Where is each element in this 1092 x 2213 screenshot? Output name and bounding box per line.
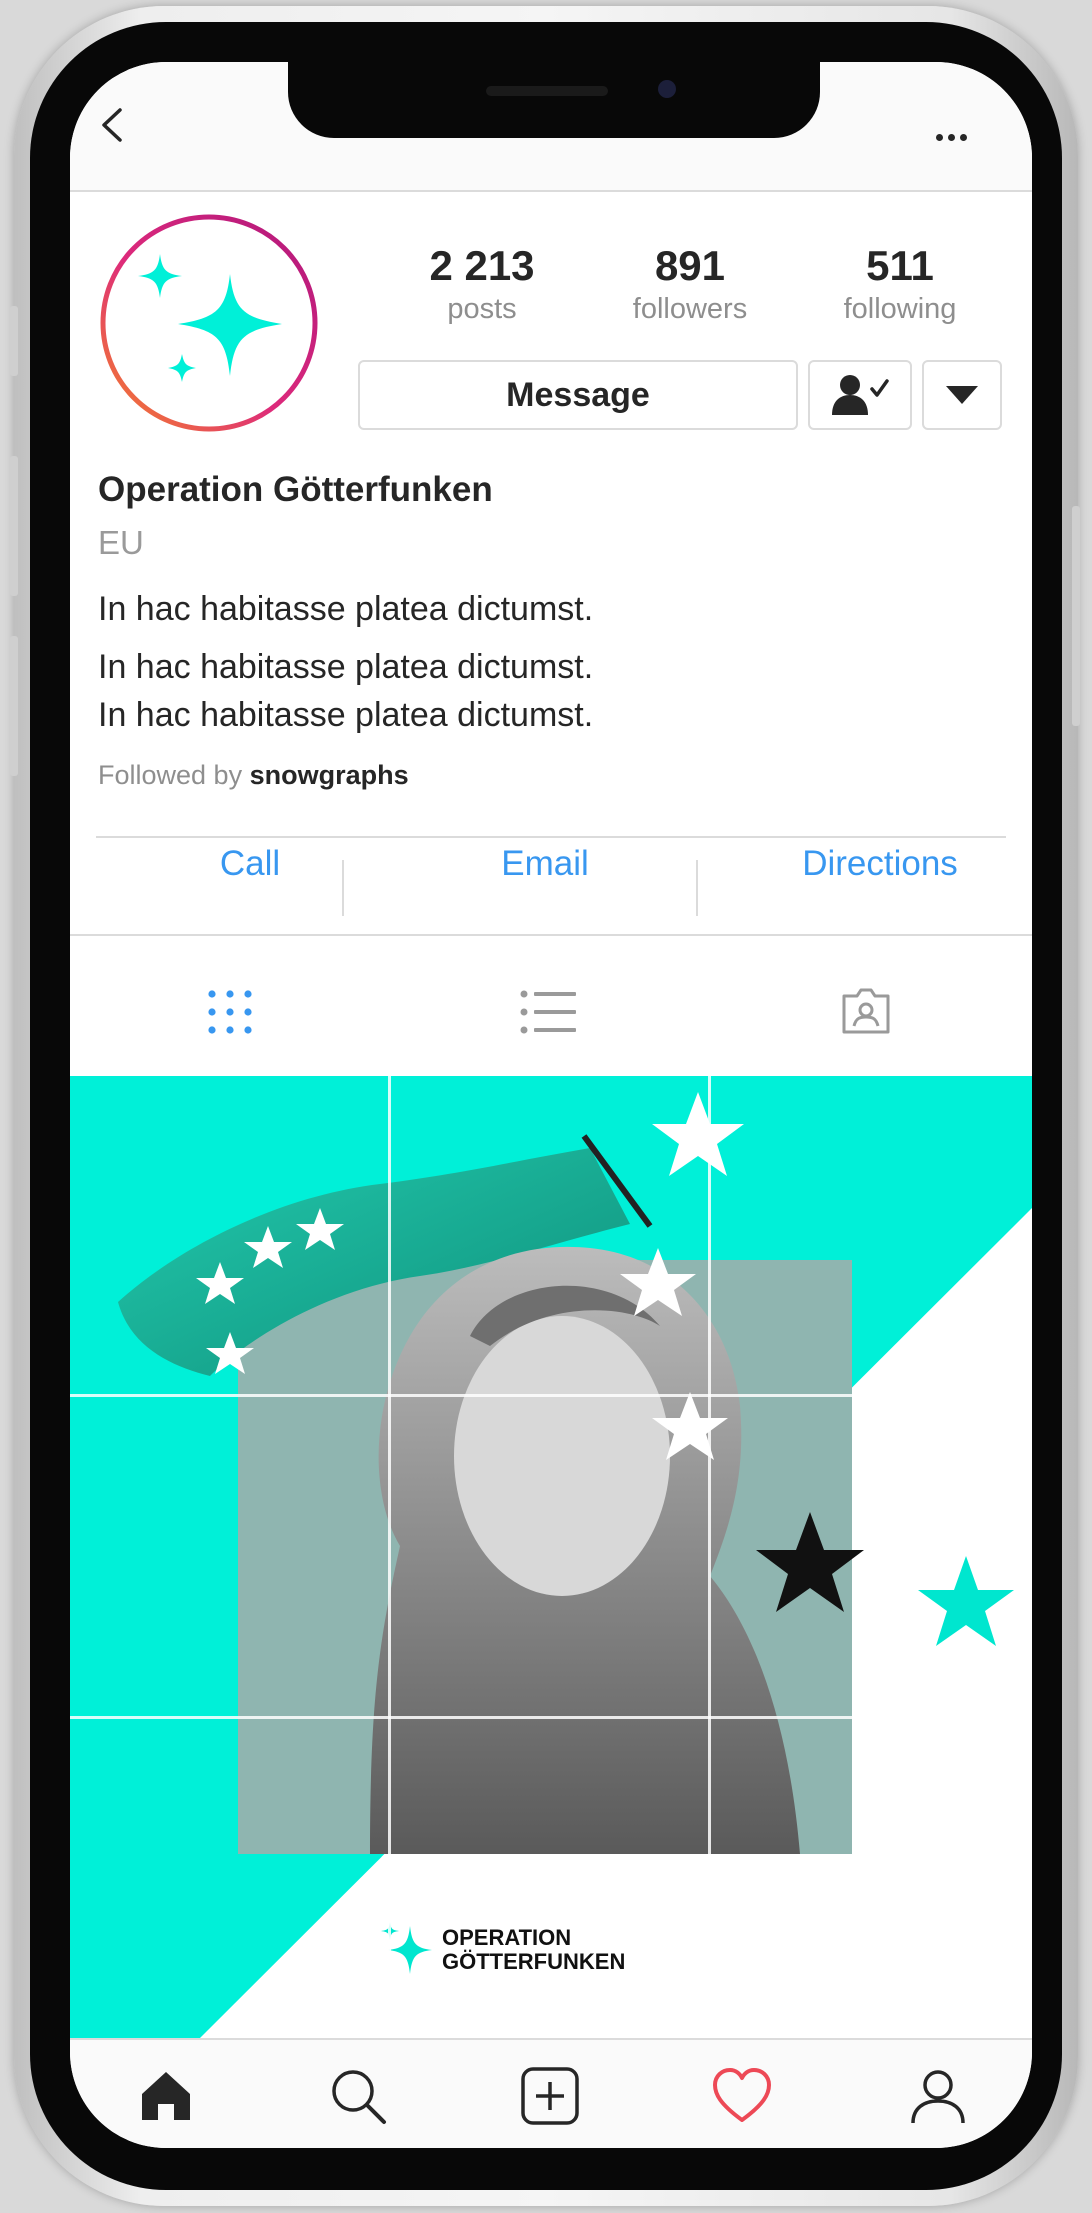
volume-up-button bbox=[10, 456, 18, 596]
search-icon[interactable] bbox=[328, 2066, 388, 2126]
contact-separator-2 bbox=[696, 860, 698, 916]
speaker bbox=[486, 86, 608, 96]
post-artwork bbox=[70, 1076, 1032, 2038]
directions-button[interactable]: Directions bbox=[730, 844, 1030, 884]
user-check-icon bbox=[832, 375, 889, 415]
back-arrow-icon[interactable] bbox=[96, 108, 130, 142]
mute-switch bbox=[10, 306, 18, 376]
screen: 2 213 posts 891 followers 511 following … bbox=[70, 62, 1032, 2148]
followers-count: 891 bbox=[654, 242, 726, 289]
grid-icon[interactable] bbox=[206, 988, 254, 1036]
notch bbox=[288, 62, 820, 138]
mint-star bbox=[918, 1556, 1014, 1646]
logo-sparkle-icon bbox=[388, 1926, 432, 1974]
add-post-icon[interactable] bbox=[520, 2066, 580, 2126]
bottom-nav bbox=[70, 2038, 1032, 2148]
bio-line-2: In hac habitasse platea dictumst. bbox=[98, 648, 594, 686]
posts-count: 2 213 bbox=[429, 242, 535, 289]
portrait-face bbox=[454, 1316, 670, 1596]
home-icon[interactable] bbox=[136, 2066, 196, 2126]
email-button[interactable]: Email bbox=[390, 844, 700, 884]
volume-down-button bbox=[10, 636, 18, 776]
post-logo-line-2: GÖTTERFUNKEN bbox=[442, 1949, 626, 1974]
grid-line-2 bbox=[708, 1076, 711, 2038]
posts-label: posts bbox=[447, 293, 517, 325]
profile-name: Operation Götterfunken bbox=[98, 470, 493, 509]
following-label: following bbox=[843, 293, 957, 325]
tabs-divider bbox=[70, 934, 1032, 936]
message-button[interactable]: Message bbox=[358, 360, 798, 430]
post-logo-text: OPERATION GÖTTERFUNKEN bbox=[442, 1926, 625, 1974]
following-count: 511 bbox=[866, 242, 934, 289]
profile-category: EU bbox=[98, 524, 144, 561]
profile-icon[interactable] bbox=[908, 2066, 968, 2126]
grid-line-4 bbox=[70, 1716, 1032, 1719]
contact-separator-1 bbox=[342, 860, 344, 916]
followed-by[interactable]: Followed by snowgraphs bbox=[98, 760, 409, 791]
heart-icon[interactable] bbox=[712, 2066, 772, 2126]
stat-following[interactable]: 511 following bbox=[800, 242, 1000, 328]
list-icon[interactable] bbox=[520, 988, 576, 1036]
suggested-dropdown-button[interactable] bbox=[922, 360, 1002, 430]
tagged-icon[interactable] bbox=[840, 984, 892, 1036]
post-logo-line-1: OPERATION bbox=[442, 1925, 572, 1950]
grid-line-3 bbox=[70, 1394, 1032, 1397]
followers-label: followers bbox=[632, 293, 748, 325]
front-camera bbox=[658, 80, 676, 98]
followed-by-user[interactable]: snowgraphs bbox=[250, 760, 409, 790]
bio-line-1: In hac habitasse platea dictumst. bbox=[98, 590, 594, 628]
contact-divider-top bbox=[96, 836, 1006, 838]
power-button bbox=[1072, 506, 1080, 726]
more-options-icon[interactable] bbox=[936, 128, 976, 144]
call-button[interactable]: Call bbox=[110, 844, 390, 884]
stat-followers[interactable]: 891 followers bbox=[590, 242, 790, 328]
grid-line-1 bbox=[388, 1076, 391, 2038]
caret-down-icon bbox=[946, 386, 978, 404]
profile-avatar[interactable] bbox=[98, 212, 320, 434]
post-grid-image[interactable]: OPERATION GÖTTERFUNKEN bbox=[70, 1076, 1032, 2038]
bio-line-3: In hac habitasse platea dictumst. bbox=[98, 696, 594, 734]
followed-by-prefix: Followed by bbox=[98, 760, 243, 790]
stat-posts[interactable]: 2 213 posts bbox=[382, 242, 582, 328]
following-toggle-button[interactable] bbox=[808, 360, 912, 430]
